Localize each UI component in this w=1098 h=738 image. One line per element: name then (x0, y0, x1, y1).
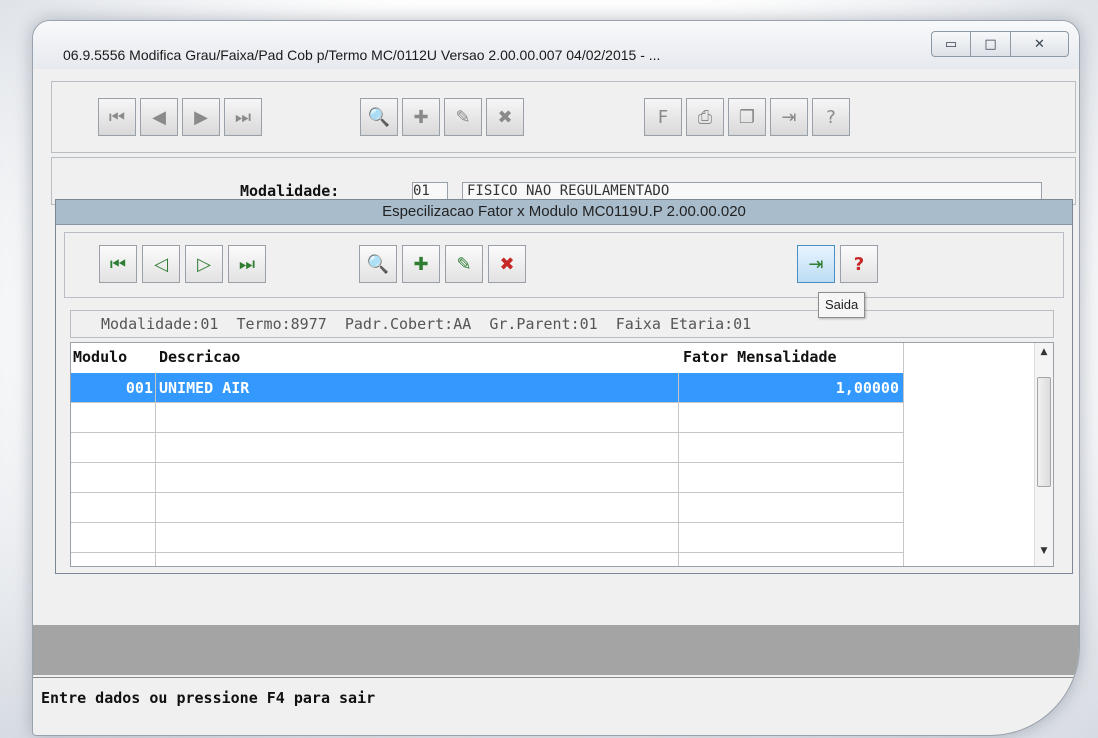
dialog-exit-button[interactable]: ⇥ (797, 245, 835, 283)
dialog-first-button[interactable]: ⏮ (99, 245, 137, 283)
main-toolbar: ⏮ ◀ ▶ ⏭ 🔍 ✚ ✎ ✖ F ⎙ ❐ ⇥ ? (51, 81, 1076, 153)
column-header-descricao[interactable]: Descricao (159, 345, 240, 369)
dialog-last-button[interactable]: ⏭ (228, 245, 266, 283)
misc-group: F ⎙ ❐ ⇥ ? (644, 98, 850, 136)
help-icon: ? (826, 106, 836, 128)
add-icon: ✚ (413, 106, 429, 128)
cell-descricao: UNIMED AIR (159, 379, 250, 397)
header-panel: Modalidade: 01 FISICO NAO REGULAMENTADO (51, 157, 1076, 205)
dialog-add-button[interactable]: ✚ (402, 245, 440, 283)
column-header-fator[interactable]: Fator Mensalidade (683, 345, 837, 369)
first-icon: ⏮ (108, 106, 126, 128)
table-row[interactable] (71, 463, 903, 493)
next-icon: ▷ (197, 253, 211, 275)
table-row[interactable] (71, 433, 903, 463)
column-divider (155, 373, 156, 566)
dialog-title: Especilizacao Fator x Modulo MC0119U.P 2… (56, 200, 1072, 225)
context-info-bar: Modalidade:01 Termo:8977 Padr.Cobert:AA … (70, 310, 1054, 338)
dialog-next-button[interactable]: ▷ (185, 245, 223, 283)
exit-button[interactable]: ⇥ (770, 98, 808, 136)
maximize-button[interactable]: □ (971, 31, 1011, 57)
main-window: 06.9.5556 Modifica Grau/Faixa/Pad Cob p/… (32, 20, 1080, 736)
window-controls: ▭ □ ✕ (931, 31, 1069, 57)
dialog-misc-group: ⇥ ? (797, 245, 878, 283)
copy-icon: ❐ (738, 106, 756, 128)
close-button[interactable]: ✕ (1011, 31, 1069, 57)
cell-fator: 1,00000 (835, 379, 899, 397)
modalidade-label: Modalidade: (240, 182, 340, 200)
dialog-nav-group: ⏮ ◁ ▷ ⏭ (99, 245, 266, 283)
table-row[interactable] (71, 553, 903, 566)
first-icon: ⏮ (109, 253, 127, 275)
especializacao-dialog: Especilizacao Fator x Modulo MC0119U.P 2… (55, 199, 1073, 574)
delete-icon: ✖ (497, 106, 513, 128)
edit-icon: ✎ (456, 253, 472, 275)
cell-modulo: 001 (125, 379, 153, 397)
column-header-modulo[interactable]: Modulo (73, 345, 127, 369)
minimize-button[interactable]: ▭ (931, 31, 971, 57)
minimize-icon: ▭ (944, 36, 958, 52)
exit-icon: ⇥ (781, 106, 797, 128)
prev-icon: ◀ (152, 106, 166, 128)
table-row[interactable] (71, 403, 903, 433)
edit-icon: ✎ (455, 106, 471, 128)
last-record-button[interactable]: ⏭ (224, 98, 262, 136)
table-row[interactable] (71, 523, 903, 553)
search-button[interactable]: 🔍 (360, 98, 398, 136)
scroll-thumb[interactable] (1037, 377, 1051, 487)
print-button[interactable]: ⎙ (686, 98, 724, 136)
column-divider (903, 343, 904, 566)
scroll-up-icon[interactable]: ▲ (1035, 347, 1053, 363)
last-icon: ⏭ (234, 106, 252, 128)
print-icon: ⎙ (697, 106, 713, 128)
prev-record-button[interactable]: ◀ (140, 98, 178, 136)
edit-group: 🔍 ✚ ✎ ✖ (360, 98, 524, 136)
dialog-edit-group: 🔍 ✚ ✎ ✖ (359, 245, 526, 283)
copy-button[interactable]: ❐ (728, 98, 766, 136)
exit-icon: ⇥ (808, 253, 824, 275)
dialog-edit-button[interactable]: ✎ (445, 245, 483, 283)
prev-icon: ◁ (154, 253, 168, 275)
dialog-prev-button[interactable]: ◁ (142, 245, 180, 283)
filter-icon: F (657, 106, 669, 128)
column-divider (678, 373, 679, 566)
dialog-toolbar: ⏮ ◁ ▷ ⏭ 🔍 ✚ ✎ ✖ ⇥ ? (64, 232, 1064, 298)
edit-button[interactable]: ✎ (444, 98, 482, 136)
close-icon: ✕ (1034, 36, 1045, 52)
status-bar: Entre dados ou pressione F4 para sair (33, 677, 1079, 717)
delete-button[interactable]: ✖ (486, 98, 524, 136)
table-scrollbar[interactable]: ▲ ▼ (1034, 343, 1053, 566)
window-title: 06.9.5556 Modifica Grau/Faixa/Pad Cob p/… (63, 47, 661, 63)
last-icon: ⏭ (238, 253, 256, 275)
search-icon: 🔍 (366, 253, 390, 275)
delete-icon: ✖ (499, 253, 515, 275)
gray-band (33, 625, 1079, 675)
nav-group: ⏮ ◀ ▶ ⏭ (98, 98, 262, 136)
next-icon: ▶ (194, 106, 208, 128)
search-icon: 🔍 (367, 106, 391, 128)
dialog-help-button[interactable]: ? (840, 245, 878, 283)
scroll-down-icon[interactable]: ▼ (1035, 546, 1053, 562)
first-record-button[interactable]: ⏮ (98, 98, 136, 136)
dialog-search-button[interactable]: 🔍 (359, 245, 397, 283)
exit-tooltip: Saida (818, 292, 866, 318)
next-record-button[interactable]: ▶ (182, 98, 220, 136)
help-button[interactable]: ? (812, 98, 850, 136)
filter-button[interactable]: F (644, 98, 682, 136)
dialog-delete-button[interactable]: ✖ (488, 245, 526, 283)
add-button[interactable]: ✚ (402, 98, 440, 136)
table-row[interactable]: 001 UNIMED AIR 1,00000 (71, 373, 903, 403)
maximize-icon: □ (984, 36, 997, 52)
add-icon: ✚ (413, 253, 429, 275)
title-bar: 06.9.5556 Modifica Grau/Faixa/Pad Cob p/… (33, 21, 1079, 69)
table-row[interactable] (71, 493, 903, 523)
modulo-table[interactable]: Modulo Descricao Fator Mensalidade 001 U… (70, 342, 1054, 567)
help-icon: ? (853, 253, 865, 275)
